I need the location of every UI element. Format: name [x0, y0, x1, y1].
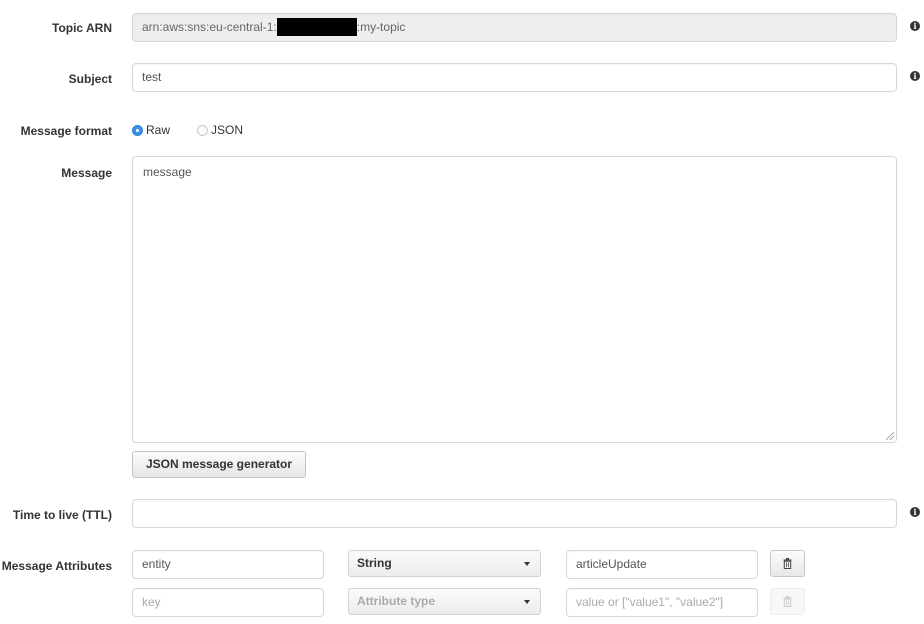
attribute-type-value: String — [357, 556, 392, 570]
topic-arn-prefix: arn:aws:sns:eu-central-1: — [142, 20, 277, 34]
new-attribute-key-input[interactable]: key — [132, 588, 324, 617]
trash-icon — [783, 558, 792, 569]
topic-arn-suffix: :my-topic — [356, 20, 406, 34]
trash-icon — [783, 596, 792, 607]
radio-json[interactable]: JSON — [197, 123, 243, 137]
radio-json-label: JSON — [211, 123, 244, 137]
subject-label: Subject — [68, 72, 112, 86]
caret-down-icon — [524, 562, 530, 566]
new-attribute-type-placeholder: Attribute type — [357, 594, 435, 608]
redacted-account-id — [276, 17, 357, 36]
resize-handle-icon[interactable] — [886, 432, 894, 440]
attribute-value-input[interactable]: articleUpdate — [566, 550, 758, 579]
attribute-type-select[interactable]: String — [348, 550, 541, 577]
message-textarea[interactable]: message — [132, 156, 897, 443]
radio-raw[interactable]: Raw — [132, 123, 170, 137]
new-attribute-value-input[interactable]: value or ["value1", "value2"] — [566, 588, 758, 617]
ttl-input[interactable] — [132, 499, 897, 528]
message-format-radio-group: Raw JSON — [132, 123, 243, 137]
new-attribute-type-select[interactable]: Attribute type — [348, 588, 541, 615]
delete-new-attribute-button — [770, 588, 805, 615]
info-icon[interactable]: i — [910, 71, 920, 81]
topic-arn-label: Topic ARN — [52, 21, 112, 35]
attribute-key-input[interactable]: entity — [132, 550, 324, 579]
subject-input[interactable]: test — [132, 63, 897, 92]
caret-down-icon — [524, 600, 530, 604]
json-message-generator-button[interactable]: JSON message generator — [132, 451, 306, 478]
info-icon[interactable]: i — [910, 21, 920, 31]
message-text: message — [143, 165, 192, 179]
radio-raw-label: Raw — [146, 123, 171, 137]
message-label: Message — [61, 166, 112, 180]
message-format-label: Message format — [20, 124, 112, 138]
radio-selected-icon[interactable] — [132, 124, 143, 136]
ttl-label: Time to live (TTL) — [12, 508, 112, 522]
info-icon[interactable]: i — [910, 507, 920, 517]
radio-unselected-icon[interactable] — [197, 124, 209, 136]
message-attributes-label: Message Attributes — [1, 559, 112, 573]
delete-attribute-button[interactable] — [770, 550, 805, 577]
topic-arn-field: arn:aws:sns:eu-central-1: :my-topic — [132, 13, 897, 42]
